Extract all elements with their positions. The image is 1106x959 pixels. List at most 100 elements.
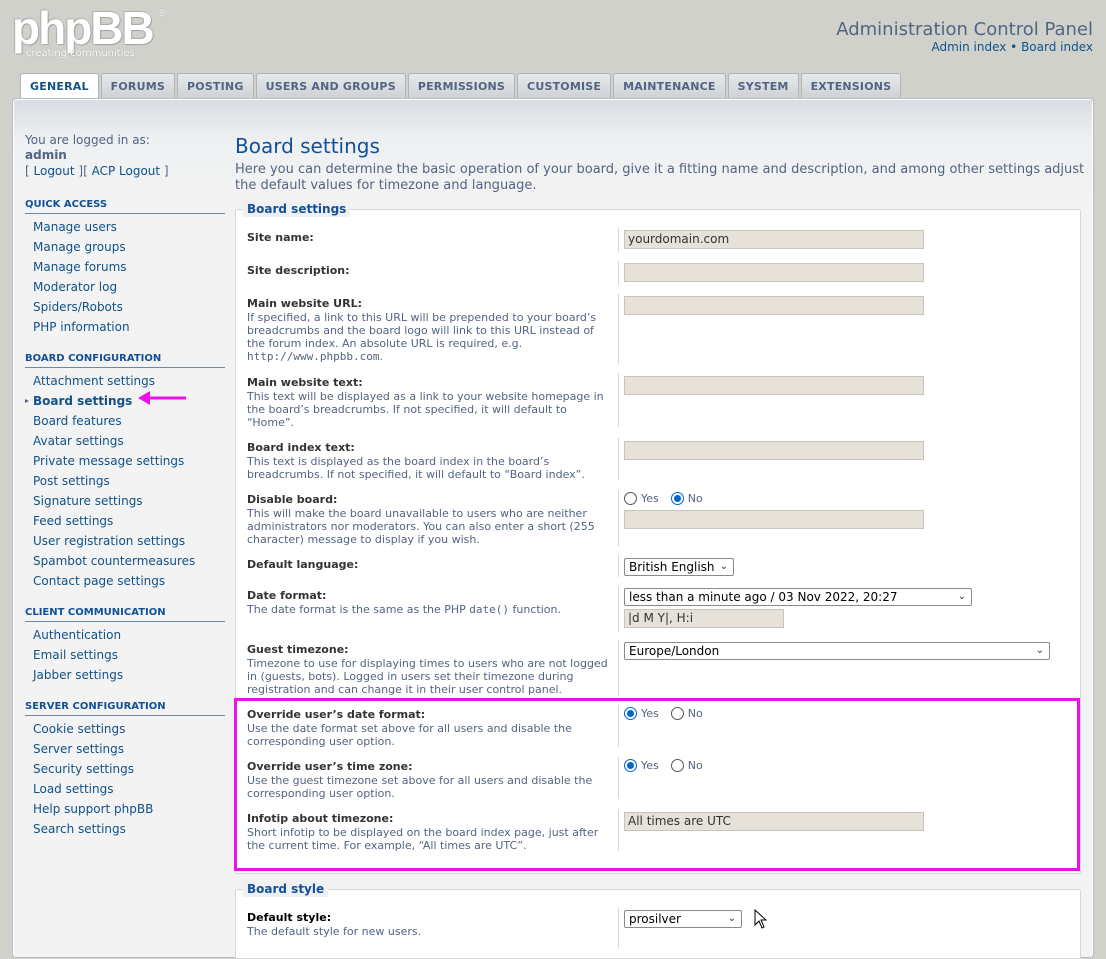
menu-head-client-communication: CLIENT COMMUNICATION — [25, 607, 225, 622]
menu-item-spiders-robots[interactable]: Spiders/Robots — [25, 297, 225, 317]
index-text-label: Board index text: — [247, 441, 355, 454]
disable-board-label: Disable board: — [247, 493, 338, 506]
menu-head-board-configuration: BOARD CONFIGURATION — [25, 353, 225, 368]
main-tabs: GENERAL FORUMS POSTING USERS AND GROUPS … — [20, 73, 903, 100]
page-title: Board settings — [235, 134, 380, 158]
chevron-down-icon: ⌄ — [957, 591, 966, 602]
main-url-input[interactable] — [624, 296, 924, 315]
menu-item-board-settings[interactable]: Board settings — [25, 391, 225, 411]
menu-item-email-settings[interactable]: Email settings — [25, 645, 225, 665]
tab-users-and-groups[interactable]: USERS AND GROUPS — [255, 73, 406, 99]
menu-item-cookie-settings[interactable]: Cookie settings — [25, 719, 225, 739]
chevron-down-icon: ⌄ — [1035, 645, 1044, 656]
tab-maintenance[interactable]: MAINTENANCE — [613, 73, 726, 99]
default-style-label: Default style: — [247, 911, 332, 924]
tab-permissions[interactable]: PERMISSIONS — [407, 73, 516, 99]
menu-item-security-settings[interactable]: Security settings — [25, 759, 225, 779]
logged-in-label: You are logged in as: — [25, 133, 150, 147]
guest-timezone-select[interactable]: Europe/London ⌄ — [624, 642, 1050, 660]
tab-extensions[interactable]: EXTENSIONS — [800, 73, 902, 99]
date-format-custom-input[interactable]: |d M Y|, H:i — [624, 609, 784, 628]
menu-item-attachment-settings[interactable]: Attachment settings — [25, 371, 225, 391]
link-separator: • — [1010, 40, 1018, 54]
menu-item-manage-users[interactable]: Manage users — [25, 217, 225, 237]
disable-board-no-radio[interactable] — [670, 492, 684, 505]
menu-item-post-settings[interactable]: Post settings — [25, 471, 225, 491]
tab-posting[interactable]: POSTING — [177, 73, 254, 99]
menu-item-spambot-countermeasures[interactable]: Spambot countermeasures — [25, 551, 225, 571]
acp-title: Administration Control Panel — [836, 19, 1093, 40]
menu-item-search-settings[interactable]: Search settings — [25, 819, 225, 839]
menu-item-private-message-settings[interactable]: Private message settings — [25, 451, 225, 471]
menu-item-user-registration-settings[interactable]: User registration settings — [25, 531, 225, 551]
default-language-label: Default language: — [247, 558, 359, 571]
menu-item-load-settings[interactable]: Load settings — [25, 779, 225, 799]
menu-item-contact-page-settings[interactable]: Contact page settings — [25, 571, 225, 591]
menu-item-manage-forums[interactable]: Manage forums — [25, 257, 225, 277]
logout-link[interactable]: Logout — [34, 164, 75, 178]
menu-item-moderator-log[interactable]: Moderator log — [25, 277, 225, 297]
date-format-select[interactable]: less than a minute ago / 03 Nov 2022, 20… — [624, 588, 972, 606]
default-language-select[interactable]: British English ⌄ — [624, 558, 734, 576]
date-function-code: date() — [469, 603, 510, 616]
menu-item-jabber-settings[interactable]: Jabber settings — [25, 665, 225, 685]
disable-board-radios: Yes No — [624, 492, 715, 505]
fieldset-legend-board-settings: Board settings — [243, 201, 351, 217]
menu-item-server-settings[interactable]: Server settings — [25, 739, 225, 759]
page-description: Here you can determine the basic operati… — [235, 162, 1085, 193]
site-description-input[interactable] — [624, 263, 924, 282]
main-url-help: If specified, a link to this URL will be… — [247, 311, 597, 350]
logout-links: [ Logout ][ ACP Logout ] — [25, 164, 169, 178]
main-text-input[interactable] — [624, 376, 924, 395]
menu-item-help-support-phpbb[interactable]: Help support phpBB — [25, 799, 225, 819]
index-text-help: This text is displayed as the board inde… — [247, 455, 585, 481]
mouse-cursor-icon — [754, 909, 768, 929]
chevron-down-icon: ⌄ — [727, 913, 736, 924]
default-style-help: The default style for new users. — [247, 925, 422, 938]
menu-item-board-features[interactable]: Board features — [25, 411, 225, 431]
menu-item-php-information[interactable]: PHP information — [25, 317, 225, 337]
board-style-fieldset: Board style Default style: The default s… — [235, 881, 1081, 959]
default-style-select[interactable]: prosilver ⌄ — [624, 910, 742, 928]
phpbb-logo[interactable]: phpBB ® creating communities — [12, 2, 172, 60]
guest-timezone-label: Guest timezone: — [247, 643, 349, 656]
menu-item-manage-groups[interactable]: Manage groups — [25, 237, 225, 257]
sidebar: You are logged in as: admin [ Logout ][ … — [25, 133, 225, 839]
date-format-label: Date format: — [247, 589, 327, 602]
board-index-link[interactable]: Board index — [1021, 40, 1093, 54]
logged-in-username: admin — [25, 148, 67, 162]
annotation-highlight-box — [234, 698, 1080, 871]
tab-system[interactable]: SYSTEM — [727, 73, 799, 99]
guest-timezone-help: Timezone to use for displaying times to … — [247, 657, 608, 696]
disable-board-message-input[interactable] — [624, 510, 924, 529]
logo-tagline: creating communities — [26, 48, 135, 59]
index-text-input[interactable] — [624, 441, 924, 460]
menu-head-quick-access: QUICK ACCESS — [25, 199, 225, 214]
menu-head-server-configuration: SERVER CONFIGURATION — [25, 701, 225, 716]
tab-forums[interactable]: FORUMS — [100, 73, 175, 99]
tab-general[interactable]: GENERAL — [20, 73, 99, 100]
main-text-help: This text will be displayed as a link to… — [247, 390, 604, 429]
disable-board-help: This will make the board unavailable to … — [247, 507, 595, 546]
menu-item-signature-settings[interactable]: Signature settings — [25, 491, 225, 511]
main-url-label: Main website URL: — [247, 297, 362, 310]
tab-customise[interactable]: CUSTOMISE — [517, 73, 612, 99]
disable-board-yes-radio[interactable] — [624, 492, 637, 505]
main-text-label: Main website text: — [247, 376, 363, 389]
logo-registered-mark: ® — [157, 8, 167, 19]
annotation-arrow-icon — [138, 391, 186, 405]
content-header: Board settings Here you can determine th… — [235, 132, 1085, 194]
fieldset-legend-board-style: Board style — [243, 881, 329, 897]
site-name-label: Site name: — [247, 231, 314, 244]
main-url-example: http://www.phpbb.com — [247, 350, 380, 363]
logo-text: phpBB — [12, 2, 155, 54]
site-description-label: Site description: — [247, 264, 350, 277]
chevron-down-icon: ⌄ — [719, 561, 728, 572]
acp-logout-link[interactable]: ACP Logout — [92, 164, 161, 178]
menu-item-avatar-settings[interactable]: Avatar settings — [25, 431, 225, 451]
header-links: Admin index • Board index — [931, 40, 1093, 54]
menu-item-feed-settings[interactable]: Feed settings — [25, 511, 225, 531]
admin-index-link[interactable]: Admin index — [931, 40, 1006, 54]
menu-item-authentication[interactable]: Authentication — [25, 625, 225, 645]
site-name-input[interactable]: yourdomain.com — [624, 230, 924, 249]
